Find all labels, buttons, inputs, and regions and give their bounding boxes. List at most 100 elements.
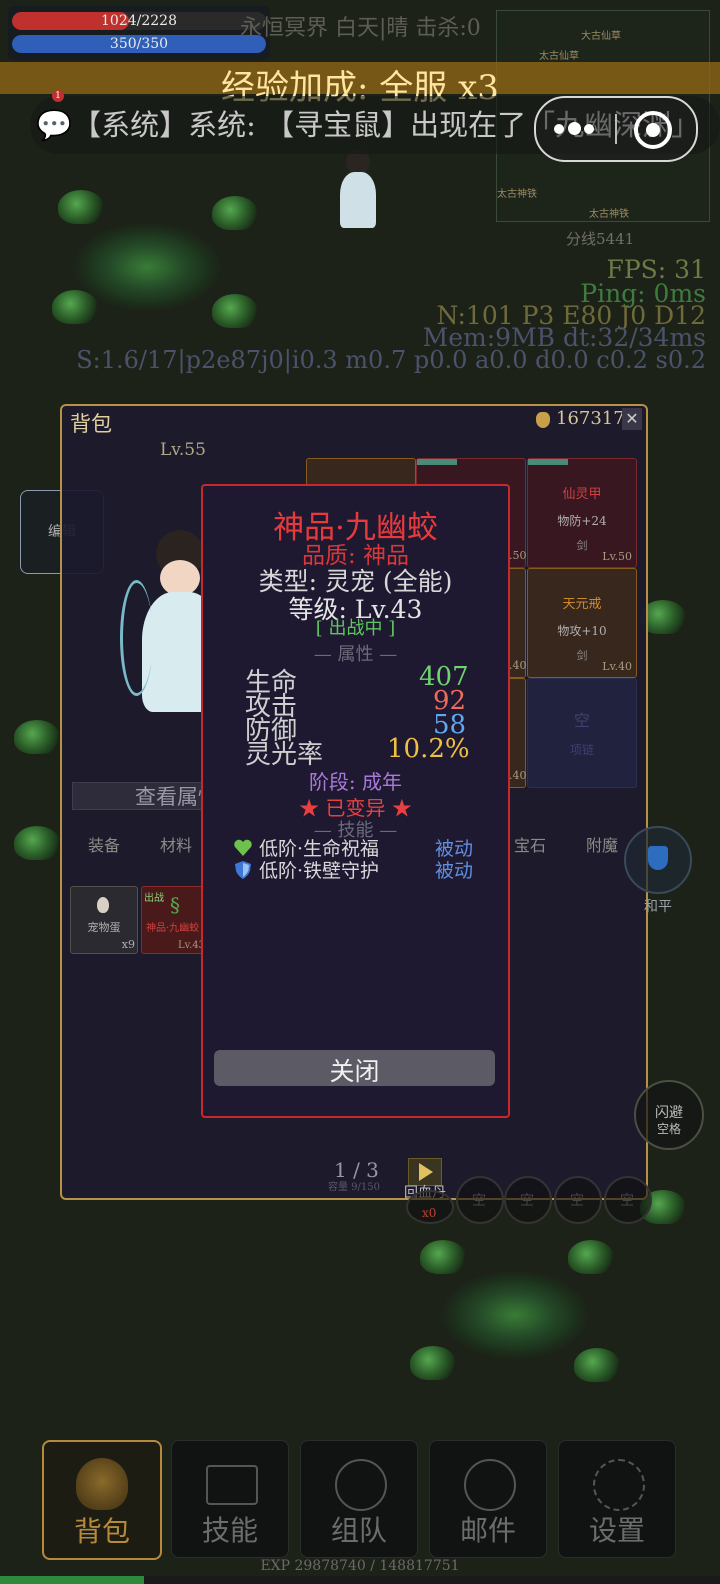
slot-level: Lv.40 <box>602 660 632 673</box>
equip-slot-necklace[interactable]: 空 项链 <box>527 678 637 788</box>
slot-level: .50 <box>509 549 527 562</box>
book-icon <box>206 1465 258 1505</box>
bag-icon <box>76 1458 128 1510</box>
inventory-item-egg[interactable]: 宠物蛋 x9 <box>70 886 138 954</box>
player-sprite <box>330 150 386 230</box>
nav-skills-button[interactable]: 技能 <box>171 1440 289 1558</box>
monster <box>14 826 60 860</box>
nav-settings-button[interactable]: 设置 <box>558 1440 676 1558</box>
monster <box>574 1348 620 1382</box>
inventory-item-pet[interactable]: 出战 § 神品·九幽蛟 Lv.43 <box>141 886 209 954</box>
monster-boss <box>440 1270 590 1360</box>
tab-equipment[interactable]: 装备 <box>88 832 120 856</box>
slot-item-name: 仙灵甲 <box>562 487 602 502</box>
nav-label: 背包 <box>73 1515 130 1548</box>
shield-icon <box>648 846 668 870</box>
hp-bar: 1024/2228 <box>12 12 266 30</box>
quick-slot[interactable]: 空 <box>604 1176 652 1224</box>
play-icon <box>419 1163 433 1181</box>
mp-text: 350/350 <box>109 36 169 52</box>
nav-label: 组队 <box>330 1514 387 1547</box>
minimap-label: 太古神铁 <box>589 209 629 220</box>
equip-slot-ring[interactable]: 天元戒 物攻+10 剑 Lv.40 <box>527 568 637 678</box>
skill-kind: 被动 <box>435 860 474 882</box>
skill-name: 低阶·铁壁守护 <box>259 860 380 882</box>
quick-slot[interactable]: 空 <box>554 1176 602 1224</box>
pet-stage: 阶段: 成年 <box>308 770 403 794</box>
serpent-icon: § <box>170 893 180 917</box>
slot-item-stat: 项链 <box>569 743 594 757</box>
quick-slot[interactable]: 空 <box>504 1176 552 1224</box>
quick-slot-label: 空 <box>520 1193 534 1209</box>
item-tag: 出战 <box>144 893 164 904</box>
slot-item-name: 空 <box>573 711 590 730</box>
mail-icon <box>464 1459 516 1511</box>
pet-detail-popup: 神品·九幽蛟 品质: 神品 类型: 灵宠 (全能) 等级: Lv.43 [ 出战… <box>201 484 510 1118</box>
close-popup-label: 关闭 <box>329 1057 380 1086</box>
quick-slot-label: 空 <box>620 1193 634 1209</box>
nav-team-button[interactable]: 组队 <box>300 1440 418 1558</box>
quick-slot[interactable]: 空 <box>456 1176 504 1224</box>
miniprogram-capsule <box>534 96 698 162</box>
slot-item-name: 天元戒 <box>562 597 602 612</box>
peace-mode-label: 和平 <box>644 899 672 915</box>
view-attributes-button[interactable]: 查看属性 <box>72 782 219 810</box>
notify-badge: 1 <box>52 90 64 102</box>
minimap-label: 太古神铁 <box>497 189 537 200</box>
shield-icon <box>233 860 253 880</box>
dodge-button[interactable]: 闪避 空格 <box>634 1080 704 1150</box>
nav-bag-button[interactable]: 背包 <box>42 1440 162 1560</box>
server-line: 分线5441 <box>566 230 635 248</box>
close-icon[interactable]: ✕ <box>622 408 642 430</box>
exp-bar <box>0 1576 720 1584</box>
quick-slot-label: 空 <box>570 1193 584 1209</box>
monster <box>410 1346 456 1380</box>
monster <box>212 294 258 328</box>
notify-count: 1 <box>55 91 61 101</box>
monster <box>212 196 258 230</box>
monster <box>14 720 60 754</box>
mp-bar: 350/350 <box>12 35 266 53</box>
nav-mail-button[interactable]: 邮件 <box>429 1440 547 1558</box>
tab-gems[interactable]: 宝石 <box>514 832 546 856</box>
close-miniprogram-icon[interactable] <box>634 111 672 149</box>
tab-enchant[interactable]: 附魔 <box>586 832 618 856</box>
minimap-label: 大古仙草 <box>581 31 621 42</box>
gear-icon <box>593 1459 645 1511</box>
egg-icon <box>97 897 109 913</box>
bag-capacity: 容量 9/150 <box>328 1182 380 1193</box>
slot-level: Lv.50 <box>602 550 632 563</box>
quick-slot-potion[interactable]: x0 <box>406 1190 454 1224</box>
gold-icon <box>536 412 550 428</box>
hp-text: 1024/2228 <box>101 13 177 29</box>
heart-icon <box>233 838 253 858</box>
map-info: 永恒冥界 白天|晴 击杀:0 <box>240 16 481 41</box>
tab-materials[interactable]: 材料 <box>160 832 192 856</box>
slot-item-stat: 物防+24 <box>557 514 607 528</box>
character-level: Lv.55 <box>160 440 206 460</box>
peace-mode-button[interactable] <box>624 826 692 894</box>
attr-value-aura: 10.2% <box>387 734 470 764</box>
exp-bar-fill <box>0 1576 144 1584</box>
team-icon <box>335 1459 387 1511</box>
monster <box>52 290 98 324</box>
more-icon[interactable] <box>554 122 594 135</box>
slot-level: .40 <box>509 659 527 672</box>
nav-label: 技能 <box>201 1514 258 1547</box>
nav-label: 邮件 <box>459 1514 516 1547</box>
bag-title: 背包 <box>70 412 112 436</box>
item-name: 宠物蛋 <box>87 921 121 934</box>
slot-level: .40 <box>509 769 527 782</box>
equip-slot-armor[interactable]: 仙灵甲 物防+24 剑 Lv.50 <box>527 458 637 568</box>
monster <box>58 190 104 224</box>
exp-text: EXP 29878740 / 148817751 <box>260 1558 460 1574</box>
monster <box>568 1240 614 1274</box>
stats-readout: S:1.6/17|p2e87j0|i0.3 m0.7 p0.0 a0.0 d0.… <box>76 346 706 374</box>
close-popup-button[interactable]: 关闭 <box>214 1050 495 1086</box>
dodge-label: 闪避 <box>655 1105 683 1121</box>
slot-item-stat: 物攻+10 <box>557 624 607 638</box>
monster <box>420 1240 466 1274</box>
quick-slot-label: 空 <box>472 1193 486 1209</box>
dodge-key: 空格 <box>656 1122 681 1136</box>
potion-count: x0 <box>422 1206 437 1220</box>
